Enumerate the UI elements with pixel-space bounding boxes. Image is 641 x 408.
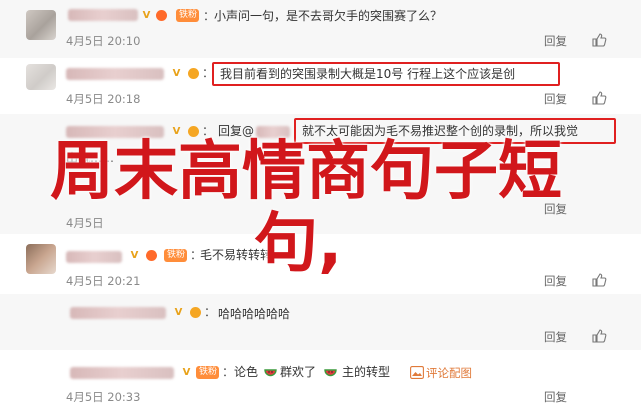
fan-heart-icon — [188, 68, 199, 79]
comment-date: 4月5日 — [66, 216, 104, 230]
fan-badge: 铁粉 — [164, 249, 188, 262]
highlighted-comment-box: 我目前看到的突围录制大概是10号 行程上这个应该是创 — [212, 62, 560, 86]
comment-text-3: 主的转型 — [342, 365, 391, 379]
username-blurred[interactable] — [70, 307, 166, 319]
fan-heart-icon — [190, 307, 201, 318]
comment-date: 4月5日 20:33 — [66, 390, 141, 404]
reply-button[interactable]: 回复 — [544, 274, 567, 288]
comment-text: 我目前看到的突围录制大概是10号 行程上这个应该是创 — [220, 67, 516, 81]
reply-button[interactable]: 回复 — [544, 330, 567, 344]
avatar[interactable] — [26, 64, 56, 90]
comment-row-1: V 铁粉 ： 小声问一句，是不去哥欠手的突围赛了么？ 4月5日 20:10 回复 — [0, 0, 641, 58]
watermelon-emoji-icon — [324, 366, 337, 379]
fan-badge: 铁粉 — [196, 366, 220, 379]
reply-button[interactable]: 回复 — [544, 390, 567, 404]
comment-text: 论色 — [234, 365, 259, 379]
username-blurred[interactable] — [66, 68, 164, 80]
colon: ： — [204, 305, 217, 319]
avatar[interactable] — [26, 10, 56, 40]
fan-heart-icon — [156, 10, 167, 21]
comment-date: 4月5日 20:10 — [66, 34, 141, 48]
comment-row-5: V ： 哈哈哈哈哈哈 回复 — [0, 294, 641, 350]
comment-row-6: V 铁粉 ： 论色 群欢了 主的转型 评论配图 4月5日 20:33 回复 — [0, 350, 641, 408]
username-blurred[interactable] — [66, 251, 122, 263]
comment-row-2: V ： 我目前看到的突围录制大概是10号 行程上这个应该是创 4月5日 20:1… — [0, 58, 641, 114]
overlay-title-line-2: 句, — [254, 207, 343, 281]
fan-badge: 铁粉 — [176, 9, 200, 22]
avatar[interactable] — [26, 244, 56, 274]
comment-date: 4月5日 20:21 — [66, 274, 141, 288]
comment-text: 哈哈哈哈哈哈 — [218, 307, 291, 321]
watermelon-emoji-icon — [264, 366, 277, 379]
thumbs-up-icon[interactable] — [591, 272, 607, 288]
username-blurred[interactable] — [68, 9, 138, 21]
comment-text: 小声问一句，是不去哥欠手的突围赛了么？ — [214, 9, 443, 23]
fan-heart-icon — [146, 250, 157, 261]
vip-crown-icon: V — [174, 307, 183, 318]
overlay-title-line-1: 周末高情商句子短 — [50, 135, 562, 209]
vip-crown-icon: V — [182, 367, 191, 378]
username-blurred[interactable] — [70, 367, 174, 379]
comment-date: 4月5日 20:18 — [66, 92, 141, 106]
reply-button[interactable]: 回复 — [544, 34, 567, 48]
reply-button[interactable]: 回复 — [544, 92, 567, 106]
comment-image-icon[interactable] — [410, 366, 424, 379]
vip-crown-icon: V — [142, 10, 151, 21]
thumbs-up-icon[interactable] — [591, 90, 607, 106]
thumbs-up-icon[interactable] — [591, 328, 607, 344]
thumbs-up-icon[interactable] — [591, 32, 607, 48]
colon: ： — [222, 365, 235, 379]
comment-image-link[interactable]: 评论配图 — [426, 366, 472, 380]
vip-crown-icon: V — [172, 68, 181, 79]
vip-crown-icon: V — [130, 250, 139, 261]
comment-text-2: 群欢了 — [280, 365, 317, 379]
